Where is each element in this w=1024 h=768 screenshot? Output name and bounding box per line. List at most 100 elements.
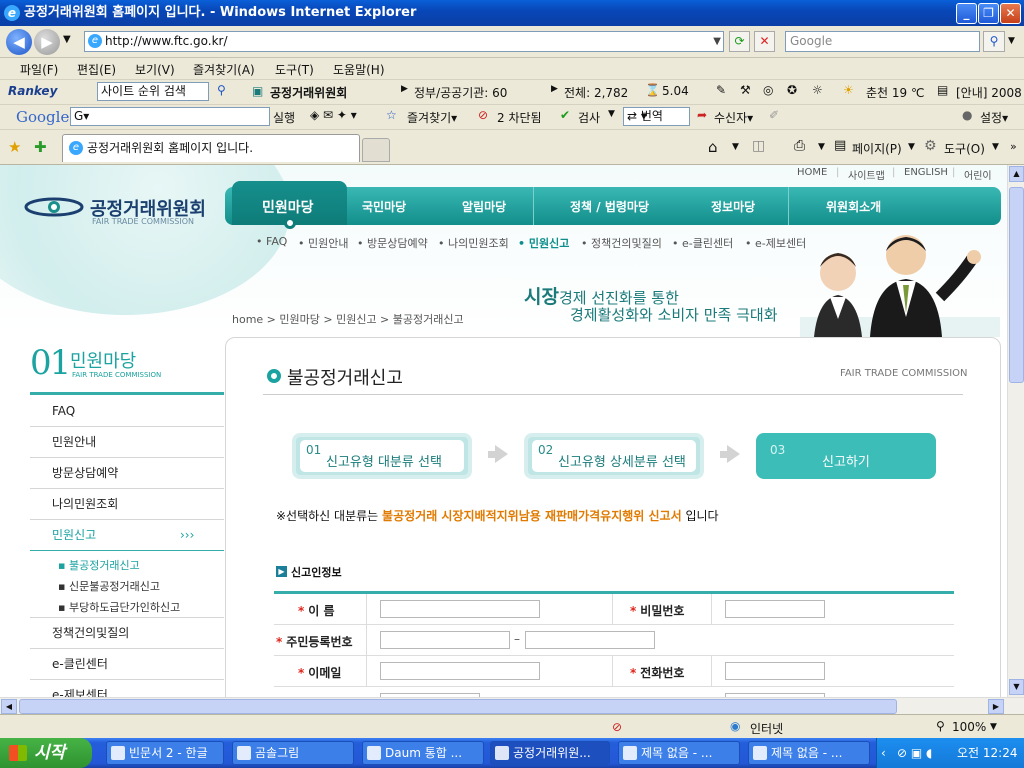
- weather-text[interactable]: 춘천 19 ℃: [866, 84, 924, 101]
- vertical-scrollbar[interactable]: ▲ ▼: [1007, 165, 1024, 697]
- rankey-total[interactable]: 전체: 2,782: [564, 84, 628, 101]
- util-kids[interactable]: 어린이: [964, 167, 992, 182]
- lnb-sub-newspaper[interactable]: ▪ 신문불공정거래신고: [58, 578, 160, 594]
- lnb-item-etip[interactable]: e-제보센터: [30, 680, 224, 697]
- google-icons[interactable]: ◈ ✉ ✦ ▾: [310, 108, 357, 122]
- scroll-thumb[interactable]: [1009, 187, 1024, 383]
- translate-button[interactable]: ⇄ 번역 ▾: [623, 107, 690, 126]
- subnav-visit[interactable]: • 방문상담예약: [357, 235, 428, 251]
- tools-menu[interactable]: 도구(O): [944, 140, 985, 157]
- task-hwp[interactable]: 빈문서 2 - 한글: [106, 741, 224, 765]
- util-home[interactable]: HOME: [797, 167, 827, 178]
- lnb-sub-subcontract[interactable]: ▪ 부당하도급단가인하신고: [58, 599, 180, 615]
- task-paint[interactable]: 제목 없음 - ...: [618, 741, 740, 765]
- lnb-item-eclean[interactable]: e-클린센터: [30, 649, 224, 680]
- title-bar[interactable]: e 공정거래위원회 홈페이지 입니다. - Windows Internet E…: [0, 0, 1024, 26]
- forward-button[interactable]: ▶: [34, 29, 60, 55]
- step-3[interactable]: 03 신고하기: [756, 433, 936, 479]
- subnav-report[interactable]: • 민원신고: [518, 235, 569, 251]
- page-dropdown-icon[interactable]: ▼: [908, 142, 915, 152]
- zoom-level[interactable]: 100%: [952, 720, 986, 734]
- clock[interactable]: 오전 12:24: [957, 738, 1017, 768]
- more-icon[interactable]: »: [1010, 140, 1017, 153]
- name-input[interactable]: [380, 600, 540, 618]
- gnb-citizen[interactable]: 국민마당: [362, 198, 406, 215]
- address-dropdown-icon[interactable]: ▼: [713, 32, 721, 51]
- award-icon[interactable]: ✪: [787, 83, 797, 97]
- search-input[interactable]: Google: [785, 31, 980, 52]
- gnb-info[interactable]: 정보마당: [711, 198, 755, 215]
- refresh-icon[interactable]: ⟳: [729, 31, 750, 52]
- pencil-icon[interactable]: ✎: [716, 83, 726, 97]
- tools-dropdown-icon[interactable]: ▼: [992, 142, 999, 152]
- back-button[interactable]: ◀: [6, 29, 32, 55]
- util-sitemap[interactable]: 사이트맵: [848, 167, 885, 182]
- subnav-eclean[interactable]: • e-클린센터: [672, 235, 733, 251]
- google-run-button[interactable]: 실행: [273, 109, 295, 126]
- address-bar[interactable]: e http://www.ftc.go.kr/ ▼: [84, 31, 724, 52]
- home-dropdown-icon[interactable]: ▼: [732, 142, 739, 152]
- rankey-logo[interactable]: Rankey: [8, 84, 57, 98]
- scroll-down-icon[interactable]: ▼: [1009, 679, 1024, 695]
- subnav-myinquiry[interactable]: • 나의민원조회: [438, 235, 509, 251]
- subnav-guide[interactable]: • 민원안내: [298, 235, 348, 251]
- task-daum[interactable]: Daum 통합 ...: [362, 741, 484, 765]
- rankey-search-icon[interactable]: ⚲: [217, 83, 226, 97]
- stop-icon[interactable]: ✕: [754, 31, 775, 52]
- rrn-second-input[interactable]: [525, 631, 655, 649]
- gnb-civil[interactable]: 민원마당: [262, 197, 314, 217]
- menu-tools[interactable]: 도구(T): [275, 61, 314, 78]
- rankey-search-input[interactable]: 사이트 순위 검색: [97, 82, 209, 101]
- menu-favorites[interactable]: 즐겨찾기(A): [193, 61, 255, 78]
- maximize-button[interactable]: ❐: [978, 3, 999, 24]
- tab-active[interactable]: e 공정거래위원회 홈페이지 입니다.: [62, 134, 360, 162]
- menu-file[interactable]: 파일(F): [20, 61, 58, 78]
- feeds-icon[interactable]: ◫: [752, 138, 765, 154]
- page-menu[interactable]: 페이지(P): [852, 140, 902, 157]
- sendto-button[interactable]: 수신자▾: [714, 109, 753, 126]
- menu-help[interactable]: 도움말(H): [333, 61, 385, 78]
- popup-status-icon[interactable]: ⊘: [612, 720, 622, 734]
- favorites-center-icon[interactable]: ★: [8, 138, 21, 156]
- minimize-button[interactable]: _: [956, 3, 977, 24]
- scroll-up-icon[interactable]: ▲: [1009, 166, 1024, 182]
- highlight-icon[interactable]: ✐: [769, 108, 779, 122]
- rankey-site-name[interactable]: 공정거래위원회: [270, 84, 347, 101]
- globe-icon[interactable]: ◎: [763, 83, 773, 97]
- zoom-dropdown-icon[interactable]: ▼: [990, 722, 997, 732]
- home-icon[interactable]: ⌂: [708, 138, 718, 156]
- task-folder[interactable]: 곰솔그림: [232, 741, 354, 765]
- hscroll-thumb[interactable]: [19, 699, 897, 714]
- history-dropdown-icon[interactable]: ▼: [63, 34, 71, 45]
- spellcheck-button[interactable]: 검사: [578, 109, 600, 126]
- tray-icons[interactable]: ⊘ ▣ ◖: [897, 738, 932, 768]
- lnb-item-guide[interactable]: 민원안내: [30, 427, 224, 458]
- lnb-item-myinquiry[interactable]: 나의민원조회: [30, 489, 224, 520]
- gnb-policy[interactable]: 정책 / 법령마당: [570, 198, 649, 215]
- lnb-item-faq[interactable]: FAQ: [30, 396, 224, 427]
- search-options-icon[interactable]: ▼: [1008, 36, 1015, 46]
- step-2[interactable]: 02 신고유형 상세분류 선택: [524, 433, 704, 479]
- start-button[interactable]: 시작: [0, 738, 92, 768]
- lnb-item-visit[interactable]: 방문상담예약: [30, 458, 224, 489]
- add-favorite-icon[interactable]: ✚: [34, 138, 47, 156]
- phone-input[interactable]: [725, 662, 825, 680]
- subnav-suggest[interactable]: • 정책건의및질의: [581, 235, 662, 251]
- ftc-logo[interactable]: [24, 195, 84, 222]
- close-button[interactable]: ✕: [1000, 3, 1021, 24]
- lnb-item-report[interactable]: 민원신고 ›››: [30, 520, 224, 551]
- scroll-left-icon[interactable]: ◀: [1, 699, 17, 714]
- tool-icon[interactable]: ⚒: [740, 83, 751, 97]
- scroll-right-icon[interactable]: ▶: [988, 699, 1004, 714]
- horizontal-scrollbar[interactable]: ◀ ▶: [0, 697, 1024, 714]
- util-english[interactable]: ENGLISH: [904, 167, 948, 178]
- gnb-notice[interactable]: 알림마당: [462, 198, 506, 215]
- email-input[interactable]: [380, 662, 540, 680]
- print-icon[interactable]: ⎙: [794, 138, 805, 154]
- step-1[interactable]: 01 신고유형 대분류 선택: [292, 433, 472, 479]
- lnb-sub-unfair[interactable]: ▪ 불공정거래신고: [58, 557, 140, 573]
- password-input[interactable]: [725, 600, 825, 618]
- google-bookmarks[interactable]: 즐겨찾기▾: [407, 109, 457, 126]
- subnav-etip[interactable]: • e-제보센터: [745, 235, 806, 251]
- popup-blocked[interactable]: 2 차단됨: [497, 109, 542, 126]
